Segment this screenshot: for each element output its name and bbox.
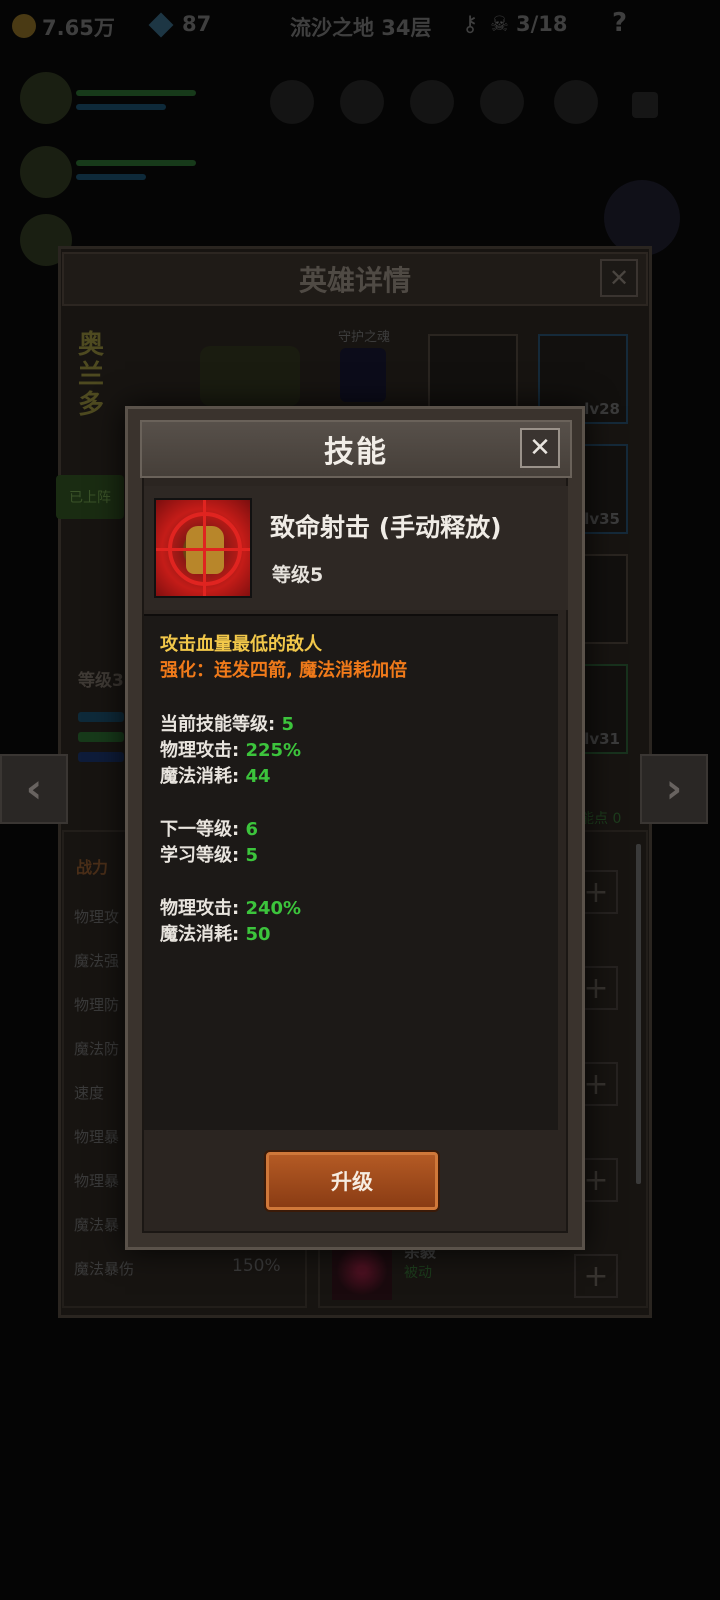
stat-label: 物理暴 (74, 1172, 120, 1190)
equip-level: lv35 (584, 510, 620, 528)
prev-hero-button[interactable]: ‹ (0, 754, 68, 824)
stat-label: 物理暴 (74, 1128, 120, 1146)
stat-label: 魔法暴 (74, 1216, 120, 1234)
current-mana-value: 44 (245, 766, 271, 787)
skill-level: 等级5 (272, 564, 324, 586)
exp-bar (78, 712, 124, 722)
enemy-icon (340, 80, 384, 124)
upgrade-button[interactable]: 升级 (266, 1152, 438, 1210)
lock-icon (632, 92, 658, 118)
current-mana-line: 魔法消耗: 44 (160, 762, 271, 788)
mp-bar (78, 752, 124, 762)
hero-detail-close-button[interactable]: ✕ (600, 259, 638, 297)
menu-icon[interactable] (662, 10, 702, 40)
next-attack-value: 240% (245, 898, 302, 919)
equip-level: lv31 (584, 730, 620, 748)
gold-amount: 7.65万 (42, 16, 115, 40)
skill-description: 攻击血量最低的敌人 (160, 634, 322, 655)
next-attack-line: 物理攻击: 240% (160, 894, 301, 920)
learn-level-line: 学习等级: 5 (160, 841, 258, 867)
stat-label: 物理攻 (74, 908, 120, 926)
enemy-icon (270, 80, 314, 124)
current-level-line: 当前技能等级: 5 (160, 710, 294, 736)
next-mana-line: 魔法消耗: 50 (160, 920, 271, 946)
stat-label: 魔法强 (74, 952, 120, 970)
party-mp-bar (76, 174, 146, 180)
party-avatar (20, 72, 72, 124)
top-status-bar: 7.65万 87 流沙之地 34层 ⚷ ☠ 3/18 ? (0, 0, 720, 52)
next-level-label: 下一等级: (160, 819, 246, 840)
key-icon: ⚷ (462, 12, 479, 37)
hero-level-label: 等级3 (78, 671, 124, 691)
enemy-icon (480, 80, 524, 124)
current-level-label: 当前技能等级: (160, 714, 282, 735)
hp-bar (78, 732, 124, 742)
enemy-icon (410, 80, 454, 124)
crosshair-vertical (203, 500, 206, 596)
next-mana-label: 魔法消耗: (160, 924, 246, 945)
skull-icon: ☠ (490, 12, 509, 36)
stage-name: 流沙之地 34层 (290, 16, 432, 40)
current-mana-label: 魔法消耗: (160, 766, 246, 787)
skill-enhance: 强化：连发四箭, 魔法消耗加倍 (160, 660, 408, 681)
stat-value: 150% (232, 1256, 281, 1276)
party-hp-bar (76, 90, 196, 96)
skill-description-box (144, 614, 558, 1130)
stat-label: 魔法防 (74, 1040, 120, 1058)
current-level-value: 5 (281, 714, 294, 735)
skill-points-label: 能点 0 (580, 811, 622, 827)
hero-portrait (200, 346, 300, 406)
next-level-value: 6 (245, 819, 258, 840)
gem-icon (148, 12, 174, 38)
crosshair-armor-icon (154, 498, 252, 598)
next-attack-label: 物理攻击: (160, 898, 246, 919)
hero-detail-title: 英雄详情 (298, 264, 411, 297)
stat-label: 物理防 (74, 996, 120, 1014)
skill-dialog-titlebar: 技能 (140, 420, 572, 478)
hero-name: 奥兰多 (78, 330, 105, 420)
current-attack-label: 物理攻击: (160, 740, 246, 761)
combat-power-tab[interactable]: 战力 (76, 854, 108, 878)
skill-title: 致命射击 (手动释放) (270, 513, 502, 542)
learn-skill-button[interactable]: + (574, 1254, 618, 1298)
help-button[interactable]: ? (612, 8, 627, 38)
hero-detail-titlebar: 英雄详情 (62, 252, 648, 306)
next-level-line: 下一等级: 6 (160, 815, 258, 841)
portal-icon (604, 180, 680, 256)
gold-coin-icon (12, 14, 36, 38)
skills-scrollbar[interactable] (636, 844, 641, 1184)
current-attack-value: 225% (245, 740, 302, 761)
party-mp-bar (76, 104, 166, 110)
on-team-badge[interactable]: 已上阵 (56, 475, 124, 519)
equip-level: lv28 (584, 400, 620, 418)
gem-amount: 87 (182, 12, 212, 36)
next-hero-button[interactable]: › (640, 754, 708, 824)
party-hp-bar (76, 160, 196, 166)
stat-label: 速度 (74, 1084, 105, 1102)
learn-level-value: 5 (245, 845, 258, 866)
guard-soul-label: 守护之魂 (338, 330, 391, 345)
skill-dialog-title: 技能 (324, 435, 388, 470)
next-mana-value: 50 (245, 924, 271, 945)
skill-type: 被动 (404, 1265, 432, 1281)
kill-count: 3/18 (516, 12, 568, 36)
party-avatar (20, 146, 72, 198)
skill-dialog-close-button[interactable]: ✕ (520, 428, 560, 468)
enemy-icon (554, 80, 598, 124)
scorpion-icon (340, 348, 386, 402)
current-attack-line: 物理攻击: 225% (160, 736, 301, 762)
stat-label: 魔法暴伤 (74, 1260, 135, 1278)
learn-level-label: 学习等级: (160, 845, 246, 866)
